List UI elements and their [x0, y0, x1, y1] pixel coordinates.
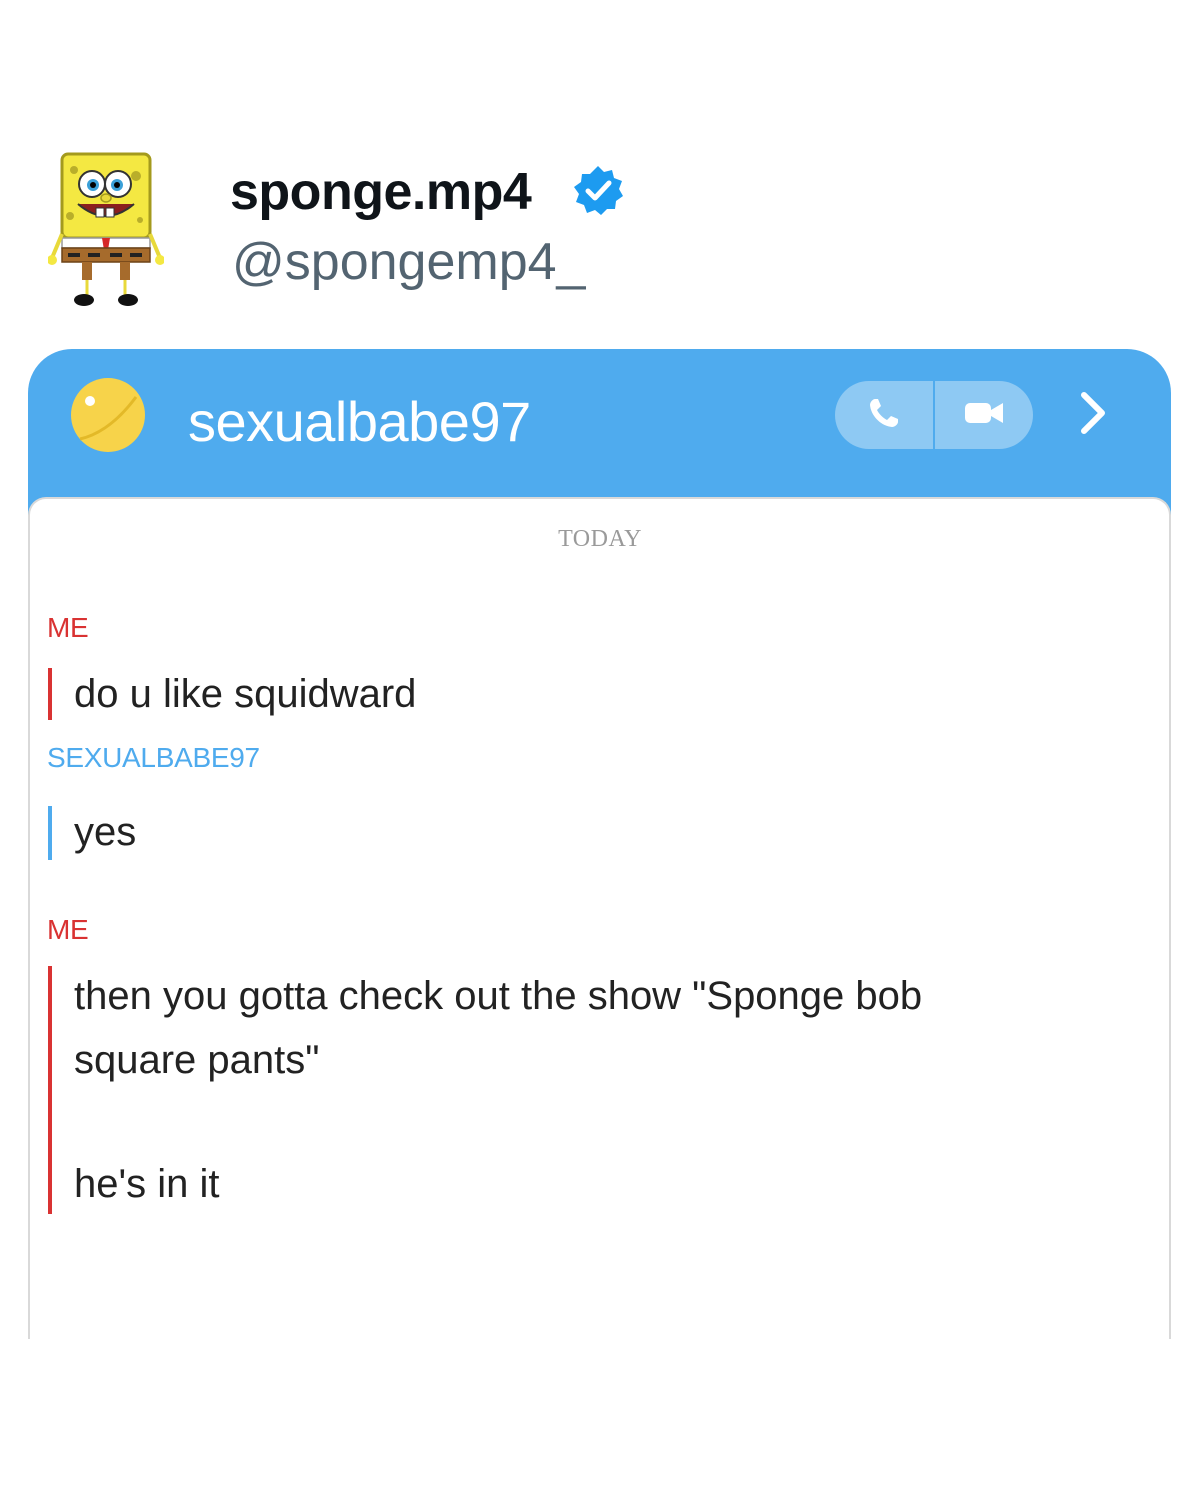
message-text: he's in it — [74, 1162, 220, 1206]
message-text: yes — [74, 810, 137, 854]
tweet-header: sponge.mp4 @spongemp4_ — [0, 0, 1200, 340]
contact-avatar-icon[interactable] — [70, 377, 146, 453]
contact-name[interactable]: sexualbabe97 — [188, 389, 531, 454]
message-text: then you gotta check out the show "Spong… — [74, 974, 923, 1018]
display-name[interactable]: sponge.mp4 — [230, 162, 532, 222]
video-call-button[interactable] — [935, 381, 1033, 449]
sender-label: ME — [47, 612, 89, 643]
date-separator: TODAY — [558, 526, 642, 552]
message-text: square pants" — [74, 1038, 320, 1082]
spongebob-avatar-icon[interactable] — [47, 150, 165, 310]
chat-details-button[interactable] — [1068, 389, 1118, 441]
message-bar — [48, 966, 52, 1214]
voice-call-button[interactable] — [835, 381, 933, 449]
phone-icon — [866, 395, 902, 436]
video-camera-icon — [963, 398, 1005, 433]
call-controls — [835, 381, 1033, 449]
message-bar — [48, 806, 52, 860]
verified-badge-icon — [570, 163, 626, 219]
message-bar — [48, 668, 52, 720]
sender-label: SEXUALBABE97 — [47, 742, 260, 773]
sender-label: ME — [47, 914, 89, 945]
chevron-right-icon — [1078, 391, 1108, 440]
message-text: do u like squidward — [74, 672, 417, 716]
user-handle[interactable]: @spongemp4_ — [232, 232, 585, 292]
